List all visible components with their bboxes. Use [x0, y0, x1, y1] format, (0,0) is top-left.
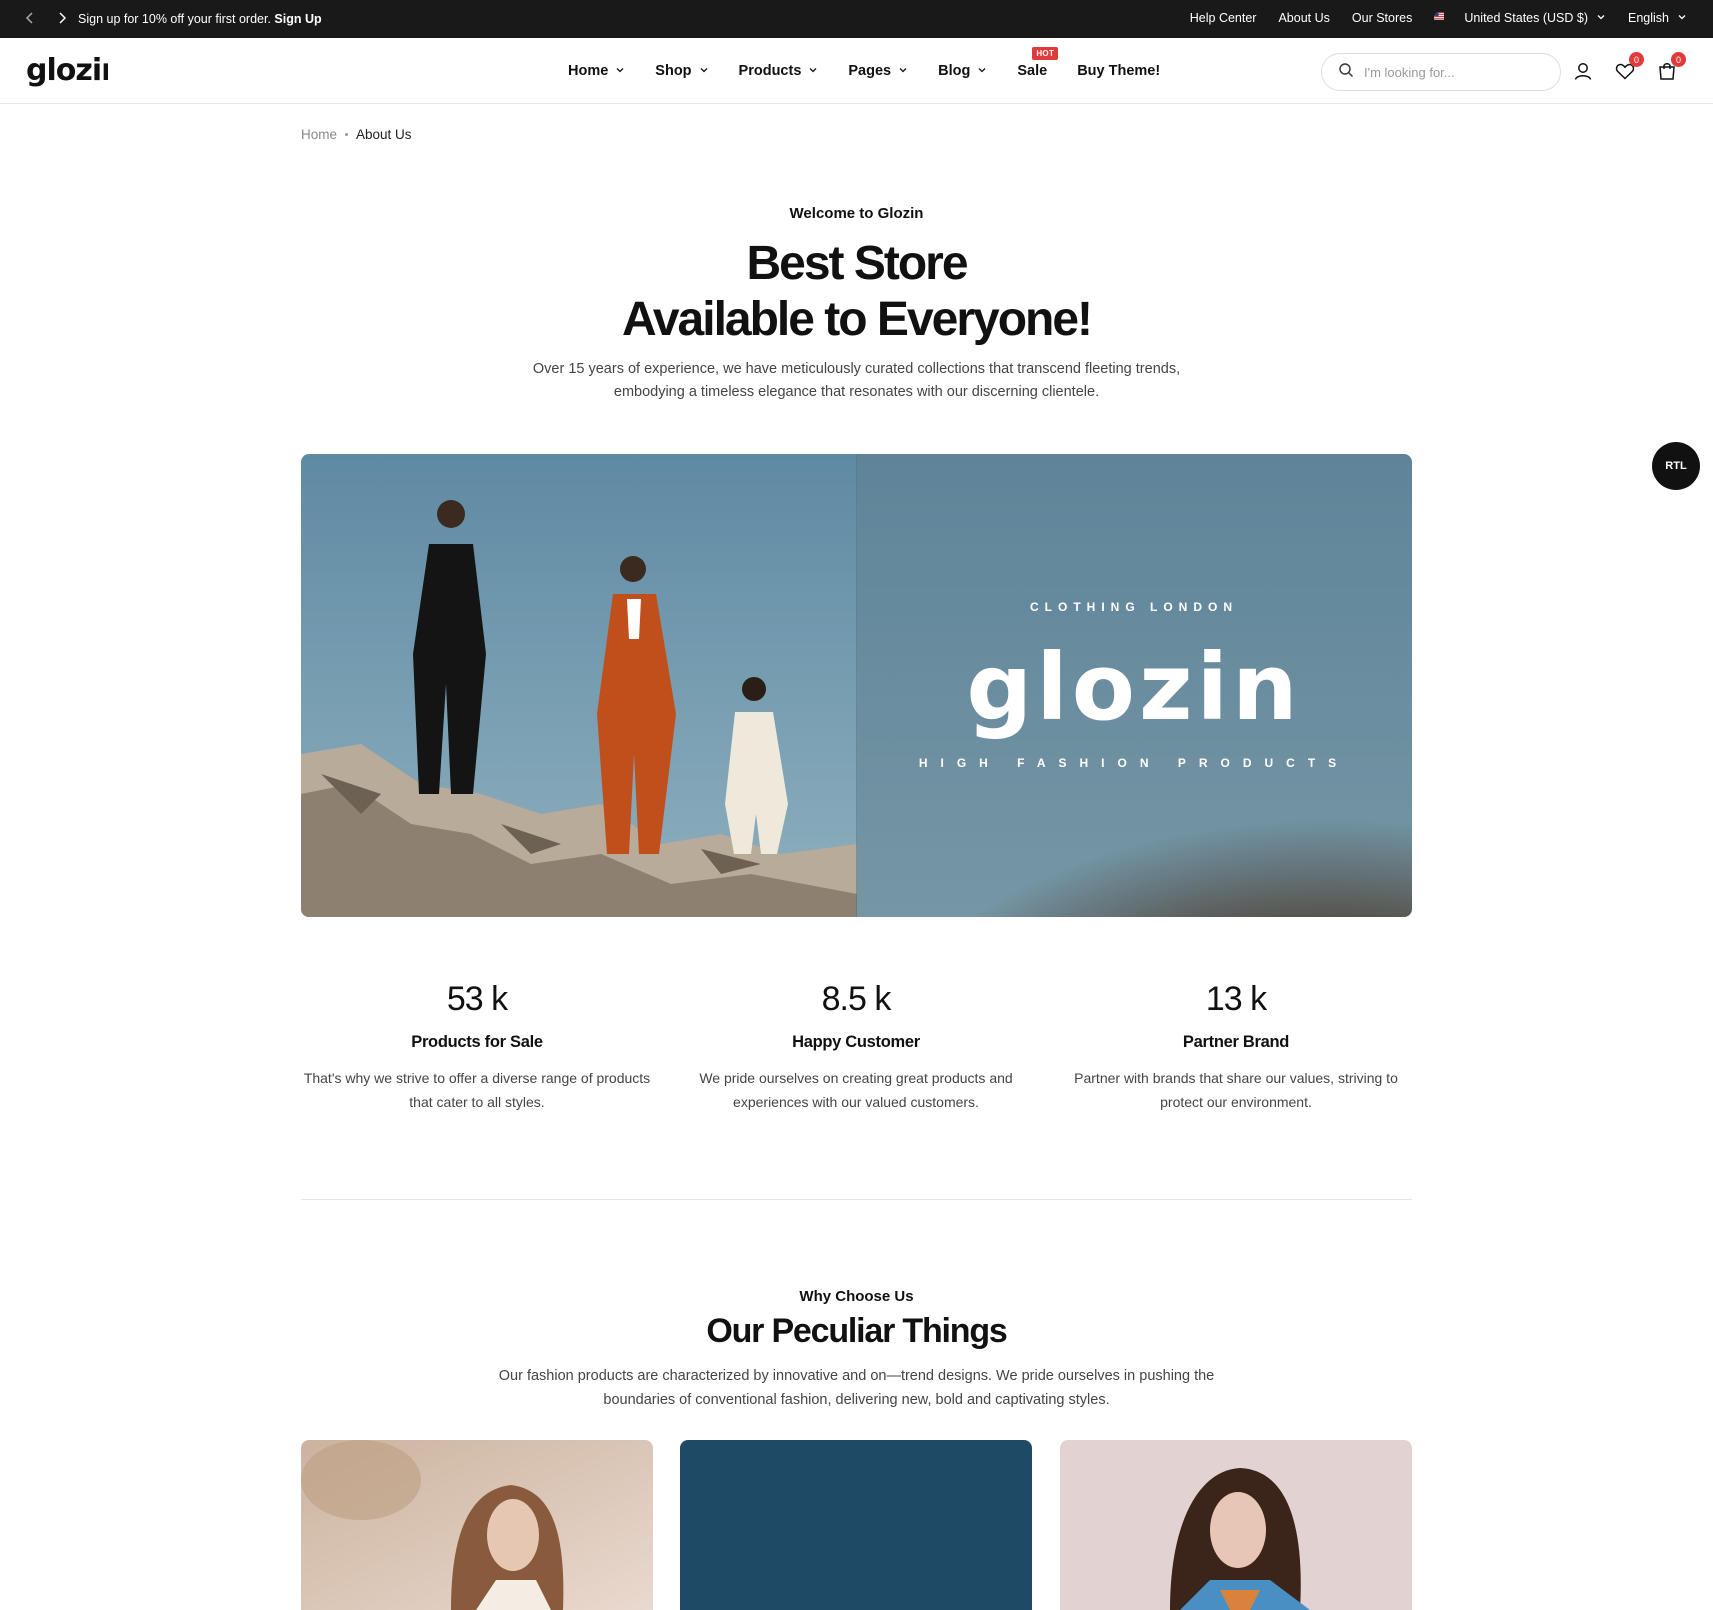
- stat-value: 53 k: [446, 980, 508, 1018]
- logo-text: glozin: [26, 53, 108, 88]
- nav-home-label: Home: [568, 63, 609, 79]
- search-box[interactable]: [1321, 53, 1561, 91]
- stat-description: We pride ourselves on creating great pro…: [680, 1066, 1032, 1114]
- announcement-arrows: [22, 10, 70, 29]
- nav-buy-theme-label: Buy Theme!: [1077, 63, 1161, 79]
- stat-title: Products for Sale: [411, 1033, 543, 1051]
- hero-intro-line-1: Over 15 years of experience, we have met…: [532, 361, 1181, 377]
- breadcrumb: Home About Us: [301, 127, 412, 142]
- chevron-down-icon: [898, 63, 908, 79]
- chevron-down-icon: [1677, 11, 1687, 25]
- chevron-left-icon[interactable]: [22, 10, 38, 29]
- woman-portrait-image: [301, 1440, 653, 1610]
- nav-pages-label: Pages: [848, 63, 892, 79]
- chevron-down-icon: [699, 63, 709, 79]
- hero-eyebrow: Welcome to Glozin: [789, 205, 924, 222]
- stat-description-line-2: protect our environment.: [1160, 1094, 1312, 1110]
- stat-value: 8.5 k: [821, 980, 892, 1018]
- help-center-link[interactable]: Help Center: [1190, 11, 1257, 25]
- hero-intro: Over 15 years of experience, we have met…: [0, 358, 1713, 404]
- stat-value: 13 k: [1205, 980, 1267, 1018]
- stat-description-line-1: Partner with brands that share our value…: [1074, 1070, 1398, 1086]
- chevron-down-icon: [615, 63, 625, 79]
- feature-card-blue[interactable]: [680, 1440, 1032, 1610]
- why-title: Our Peculiar Things: [706, 1312, 1007, 1350]
- stat-description-line-1: We pride ourselves on creating great pro…: [699, 1070, 1013, 1086]
- hero-title-line-2: Available to Everyone!: [621, 293, 1093, 346]
- about-banner: CLOTHING LONDON glozin HIGH FASHION PROD…: [301, 454, 1412, 917]
- about-us-link[interactable]: About Us: [1278, 11, 1329, 25]
- feature-card-image[interactable]: [301, 1440, 653, 1610]
- why-eyebrow: Why Choose Us: [799, 1288, 914, 1305]
- search-input[interactable]: [1364, 64, 1544, 80]
- wishlist-icon[interactable]: 0: [1614, 52, 1644, 82]
- language-selector[interactable]: English: [1628, 11, 1687, 25]
- main-nav: Home Shop Products Pages Blog HOT Sale B…: [568, 38, 1160, 104]
- stat-partners: 13 k Partner Brand Partner with brands t…: [1060, 980, 1412, 1114]
- section-divider: [301, 1199, 1412, 1200]
- cart-icon[interactable]: 0: [1656, 52, 1686, 82]
- hero-title: Best Store Available to Everyone!: [0, 236, 1713, 348]
- promo-message: Sign up for 10% off your first order.: [78, 12, 271, 26]
- nav-blog-label: Blog: [938, 63, 971, 79]
- nav-shop[interactable]: Shop: [655, 63, 708, 79]
- cart-count-badge: 0: [1671, 52, 1686, 67]
- site-header: glozin Home Shop Products Pages Blog HOT…: [0, 38, 1713, 104]
- banner-tagline: CLOTHING LONDON: [1030, 600, 1238, 614]
- nav-home[interactable]: Home: [568, 63, 625, 79]
- chevron-right-icon[interactable]: [54, 10, 70, 29]
- hero-title-line-1: Best Store: [746, 237, 968, 290]
- feature-card-image[interactable]: [1060, 1440, 1412, 1610]
- stat-products: 53 k Products for Sale That's why we str…: [301, 980, 653, 1114]
- announcement-bar: Sign up for 10% off your first order. Si…: [0, 0, 1713, 38]
- chevron-down-icon: [1596, 11, 1606, 25]
- currency-label: United States (USD $): [1464, 11, 1588, 25]
- why-description-line-2: boundaries of conventional fashion, deli…: [603, 1392, 1110, 1408]
- stat-description-line-2: that cater to all styles.: [409, 1094, 545, 1110]
- why-description: Our fashion products are characterized b…: [0, 1364, 1713, 1412]
- breadcrumb-separator: [345, 133, 349, 136]
- banner-subtitle: HIGH FASHION PRODUCTS: [918, 756, 1350, 770]
- chevron-down-icon: [977, 63, 987, 79]
- stat-description: Partner with brands that share our value…: [1060, 1066, 1412, 1114]
- breadcrumb-current: About Us: [356, 127, 412, 142]
- nav-products[interactable]: Products: [739, 63, 819, 79]
- wishlist-count-badge: 0: [1629, 52, 1644, 67]
- stat-title: Happy Customer: [792, 1033, 920, 1051]
- stat-title: Partner Brand: [1182, 1033, 1290, 1051]
- nav-sale[interactable]: HOT Sale: [1017, 47, 1059, 79]
- hero-intro-line-2: embodying a timeless elegance that reson…: [613, 384, 1100, 400]
- signup-link[interactable]: Sign Up: [274, 12, 321, 26]
- blue-card-background: [680, 1440, 1032, 1610]
- banner-logo: glozin: [966, 634, 1302, 741]
- stat-description-line-1: That's why we strive to offer a diverse …: [303, 1070, 651, 1086]
- top-links: Help Center About Us Our Stores United S…: [1190, 10, 1687, 26]
- stat-description-line-2: experiences with our valued customers.: [733, 1094, 979, 1110]
- nav-blog[interactable]: Blog: [938, 63, 987, 79]
- why-description-line-1: Our fashion products are characterized b…: [498, 1368, 1215, 1384]
- stat-description: That's why we strive to offer a diverse …: [301, 1066, 653, 1114]
- language-label: English: [1628, 11, 1669, 25]
- currency-selector[interactable]: United States (USD $): [1434, 10, 1606, 26]
- our-stores-link[interactable]: Our Stores: [1352, 11, 1412, 25]
- rtl-toggle-button[interactable]: RTL: [1652, 442, 1700, 490]
- nav-products-label: Products: [738, 63, 802, 79]
- nav-buy-theme[interactable]: Buy Theme!: [1077, 63, 1160, 79]
- account-icon[interactable]: [1572, 60, 1594, 82]
- nav-pages[interactable]: Pages: [848, 63, 908, 79]
- promo-text: Sign up for 10% off your first order. Si…: [78, 12, 322, 26]
- woman-portrait-image: [1060, 1440, 1412, 1610]
- site-logo[interactable]: glozin: [26, 52, 122, 90]
- nav-sale-label: Sale: [1017, 63, 1048, 79]
- chevron-down-icon: [808, 63, 818, 79]
- us-flag-icon: [1434, 10, 1456, 26]
- stat-customers: 8.5 k Happy Customer We pride ourselves …: [680, 980, 1032, 1114]
- nav-shop-label: Shop: [655, 63, 692, 79]
- hot-badge: HOT: [1032, 47, 1059, 60]
- search-icon[interactable]: [1338, 62, 1354, 83]
- breadcrumb-home[interactable]: Home: [301, 127, 337, 142]
